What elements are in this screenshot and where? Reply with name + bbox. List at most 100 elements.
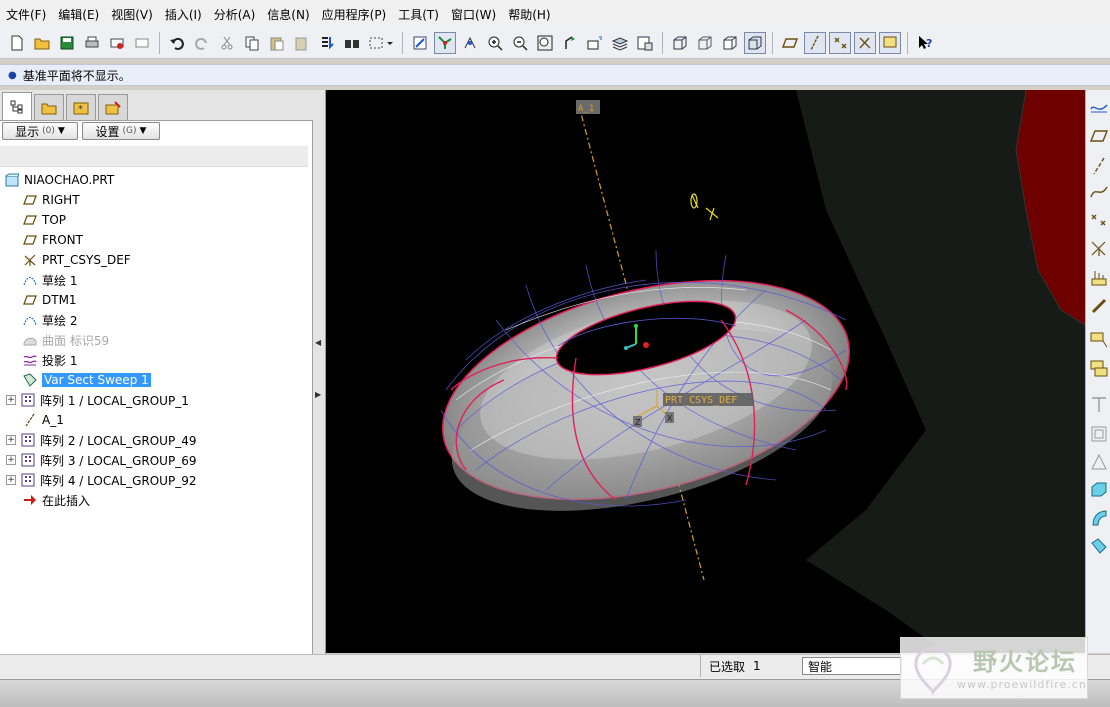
menu-edit[interactable]: 编辑(E)	[52, 6, 105, 23]
chain-tool-icon[interactable]	[1089, 296, 1109, 316]
round-tool-icon[interactable]	[1089, 394, 1109, 414]
tree-item-right[interactable]: RIGHT	[22, 190, 80, 210]
new-icon[interactable]	[6, 32, 28, 54]
tree-item-axis-a1[interactable]: A_1	[22, 410, 64, 430]
no-hidden-icon[interactable]	[719, 32, 741, 54]
datum-axes-icon[interactable]	[804, 32, 826, 54]
menu-window[interactable]: 窗口(W)	[445, 6, 502, 23]
datum-planes-icon[interactable]	[779, 32, 801, 54]
view-manager-icon[interactable]	[634, 32, 656, 54]
save-icon[interactable]	[56, 32, 78, 54]
tree-item-projection[interactable]: 投影 1	[22, 350, 77, 370]
collapse-left-icon[interactable]: ◀	[315, 338, 321, 347]
orient-icon[interactable]	[459, 32, 481, 54]
zoom-out-icon[interactable]	[509, 32, 531, 54]
tree-item-csys[interactable]: PRT_CSYS_DEF	[22, 250, 131, 270]
tree-root[interactable]: NIAOCHAO.PRT	[4, 170, 114, 190]
selected-count-value: 1	[753, 659, 761, 673]
menu-tools[interactable]: 工具(T)	[392, 6, 445, 23]
sketch-tool-icon[interactable]	[1089, 96, 1109, 116]
shading-icon[interactable]	[744, 32, 766, 54]
wireframe-icon[interactable]	[669, 32, 691, 54]
toolbar-separator	[159, 32, 160, 54]
tab-model-tree[interactable]	[2, 92, 32, 120]
hidden-line-icon[interactable]	[694, 32, 716, 54]
tree-item-pattern-1[interactable]: + 阵列 1 / LOCAL_GROUP_1	[6, 390, 189, 410]
csys-tool-icon[interactable]	[1089, 238, 1109, 258]
expand-icon[interactable]: +	[6, 455, 16, 465]
email-icon[interactable]	[106, 32, 128, 54]
settings-dropdown[interactable]: 设置 (G) ▼	[82, 122, 160, 140]
model-canvas: A_1 PRT_CSYS_DEF Z X	[440, 90, 1085, 653]
menu-applications[interactable]: 应用程序(P)	[316, 6, 393, 23]
tree-item-pattern-3[interactable]: + 阵列 3 / LOCAL_GROUP_69	[6, 450, 196, 470]
redo-icon[interactable]	[191, 32, 213, 54]
copy-icon[interactable]	[241, 32, 263, 54]
show-dropdown[interactable]: 显示 (0) ▼	[2, 122, 78, 140]
selection-filter-dropdown[interactable]: 智能	[802, 657, 902, 675]
axis-tool-icon[interactable]	[1089, 156, 1109, 176]
regenerate-icon[interactable]	[316, 32, 338, 54]
menu-help[interactable]: 帮助(H)	[502, 6, 556, 23]
tree-item-front[interactable]: FRONT	[22, 230, 83, 250]
reorient-icon[interactable]	[559, 32, 581, 54]
select-box-icon[interactable]	[366, 32, 396, 54]
tree-item-surface[interactable]: 曲面 标识59	[22, 330, 109, 350]
whats-this-icon[interactable]: ?	[914, 32, 936, 54]
tree-item-pattern-4[interactable]: + 阵列 4 / LOCAL_GROUP_92	[6, 470, 196, 490]
open-icon[interactable]	[31, 32, 53, 54]
annotation-icon[interactable]	[879, 32, 901, 54]
csys-icon[interactable]	[854, 32, 876, 54]
tab-favorites[interactable]: *	[66, 94, 96, 120]
tree-item-var-sect-sweep[interactable]: Var Sect Sweep 1	[22, 370, 151, 390]
paste-special-icon[interactable]	[291, 32, 313, 54]
zoom-in-icon[interactable]	[484, 32, 506, 54]
tree-item-insert-here[interactable]: 在此插入	[22, 490, 90, 510]
menu-insert[interactable]: 插入(I)	[159, 6, 208, 23]
expand-icon[interactable]: +	[6, 395, 16, 405]
tree-item-label: PRT_CSYS_DEF	[42, 253, 131, 267]
tab-folder-browser[interactable]	[34, 94, 64, 120]
email-link-icon[interactable]	[131, 32, 153, 54]
spin-center-icon[interactable]	[434, 32, 456, 54]
tree-item-dtm1[interactable]: DTM1	[22, 290, 77, 310]
menu-analysis[interactable]: 分析(A)	[208, 6, 262, 23]
pattern-icon	[20, 472, 36, 488]
datum-points-icon[interactable]	[829, 32, 851, 54]
menu-info[interactable]: 信息(N)	[261, 6, 315, 23]
menu-view[interactable]: 视图(V)	[105, 6, 159, 23]
watermark-text: 野火论坛	[973, 648, 1077, 676]
analysis-tool-icon[interactable]	[1089, 268, 1109, 288]
tree-item-top[interactable]: TOP	[22, 210, 66, 230]
expand-right-icon[interactable]: ▶	[315, 390, 321, 399]
extrude-tool-icon[interactable]	[1089, 480, 1109, 500]
repaint-icon[interactable]	[409, 32, 431, 54]
tree-item-pattern-2[interactable]: + 阵列 2 / LOCAL_GROUP_49	[6, 430, 196, 450]
datum-feature-icon[interactable]	[1089, 330, 1109, 350]
undo-icon[interactable]	[166, 32, 188, 54]
print-icon[interactable]	[81, 32, 103, 54]
paste-icon[interactable]	[266, 32, 288, 54]
find-icon[interactable]	[341, 32, 363, 54]
plane-tool-icon[interactable]	[1089, 126, 1109, 146]
point-tool-icon[interactable]	[1089, 210, 1109, 230]
menu-file[interactable]: 文件(F)	[0, 6, 52, 23]
sweep-tool-icon[interactable]	[1089, 536, 1109, 556]
layers-icon[interactable]	[609, 32, 631, 54]
tab-connections[interactable]	[98, 94, 128, 120]
expand-icon[interactable]: +	[6, 435, 16, 445]
revolve-tool-icon[interactable]	[1089, 508, 1109, 528]
panel-splitter[interactable]: ◀ ▶	[313, 90, 326, 654]
draft-tool-icon[interactable]	[1089, 452, 1109, 472]
insert-feature-icon[interactable]	[1089, 358, 1109, 378]
tree-item-sketch-2[interactable]: 草绘 2	[22, 310, 77, 330]
tree-item-sketch-1[interactable]: 草绘 1	[22, 270, 77, 290]
refit-icon[interactable]	[534, 32, 556, 54]
curve-tool-icon[interactable]	[1089, 182, 1109, 202]
cut-icon[interactable]	[216, 32, 238, 54]
datum-point-glyph	[690, 193, 719, 221]
shell-tool-icon[interactable]	[1089, 424, 1109, 444]
graphics-window[interactable]: A_1 PRT_CSYS_DEF Z X	[326, 90, 1085, 653]
named-views-icon[interactable]	[584, 32, 606, 54]
expand-icon[interactable]: +	[6, 475, 16, 485]
